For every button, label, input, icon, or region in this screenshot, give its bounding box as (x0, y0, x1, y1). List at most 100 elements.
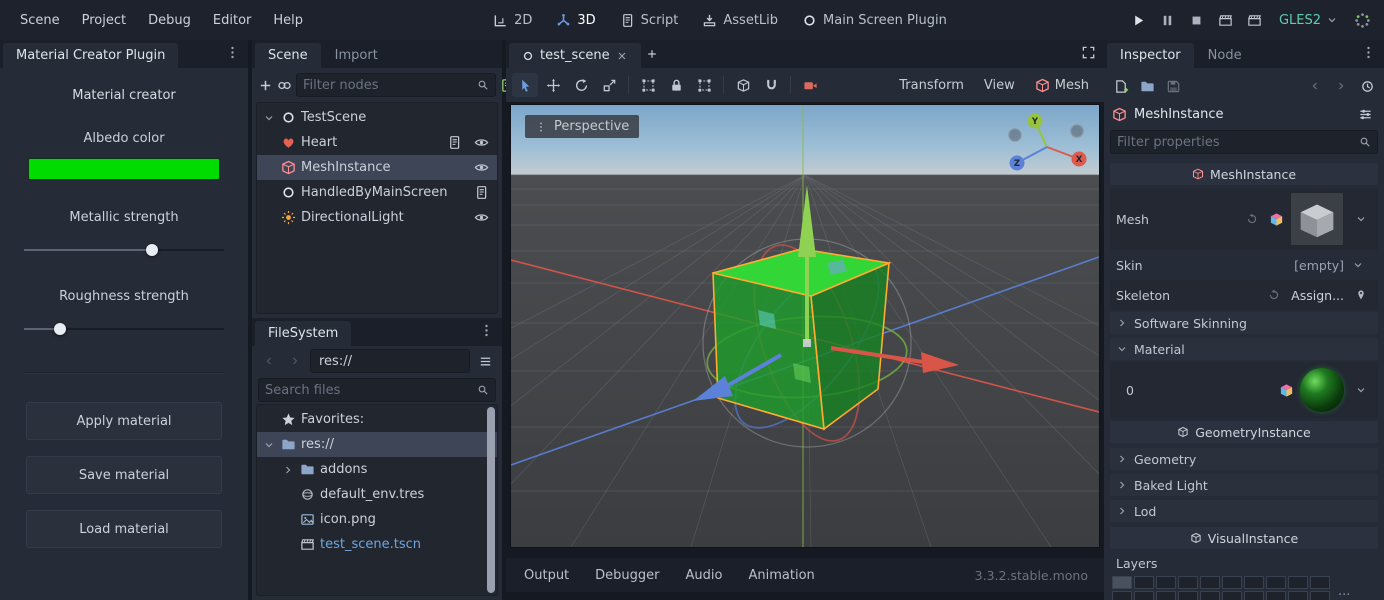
layer-cell[interactable] (1288, 576, 1308, 589)
category-material[interactable]: Material (1110, 338, 1378, 360)
roughness-strength-slider[interactable] (24, 322, 224, 336)
snap-toggle[interactable] (758, 73, 784, 97)
object-history-button[interactable] (1356, 75, 1378, 97)
slider-grabber[interactable] (54, 323, 66, 335)
nav-forward-button[interactable] (284, 350, 306, 372)
editor-script-button[interactable]: Script (613, 9, 686, 32)
material-preview-sphere[interactable] (1300, 368, 1344, 412)
filter-properties-input[interactable] (1117, 135, 1355, 150)
layer-cell[interactable] (1134, 576, 1154, 589)
apply-material-button[interactable]: Apply material (26, 402, 222, 440)
panel-menu-button[interactable] (1357, 41, 1379, 63)
play-scene-button[interactable] (1214, 8, 1238, 32)
split-mode-button[interactable] (474, 350, 496, 372)
menu-help[interactable]: Help (263, 8, 313, 33)
layer-cell[interactable] (1266, 591, 1286, 600)
scene-node-testscene[interactable]: TestScene (257, 105, 497, 130)
history-back-button[interactable] (1304, 75, 1326, 97)
scene-node-directionallight[interactable]: DirectionalLight (257, 205, 497, 230)
history-forward-button[interactable] (1330, 75, 1352, 97)
list-select-button[interactable] (635, 73, 661, 97)
output-panel-button[interactable]: Output (512, 563, 581, 588)
panel-menu-button[interactable] (475, 319, 497, 341)
add-node-button[interactable] (258, 74, 273, 96)
menu-scene[interactable]: Scene (10, 8, 70, 33)
debugger-panel-button[interactable]: Debugger (583, 563, 671, 588)
update-spinner[interactable] (1350, 8, 1374, 32)
tab-inspector[interactable]: Inspector (1107, 43, 1194, 68)
section-meshinstance[interactable]: MeshInstance (1110, 163, 1378, 185)
play-custom-scene-button[interactable] (1243, 8, 1267, 32)
mesh-menu[interactable]: Mesh (1026, 75, 1098, 96)
current-path-field[interactable]: res:// (310, 349, 470, 373)
extra-options-button[interactable] (1354, 103, 1376, 125)
layer-cell[interactable] (1156, 576, 1176, 589)
group-selected-button[interactable] (691, 73, 717, 97)
instance-scene-button[interactable] (277, 74, 292, 96)
collapse-toggle[interactable] (262, 112, 276, 124)
menu-editor[interactable]: Editor (203, 8, 261, 33)
section-geometryinstance[interactable]: GeometryInstance (1110, 421, 1378, 443)
layer-cell[interactable] (1310, 576, 1330, 589)
stop-button[interactable] (1185, 8, 1209, 32)
res-root-row[interactable]: res:// (257, 432, 497, 457)
menu-debug[interactable]: Debug (138, 8, 201, 33)
skin-dropdown[interactable]: [empty] (1286, 253, 1372, 277)
search-files-input[interactable] (265, 383, 473, 398)
layer-cell[interactable] (1244, 576, 1264, 589)
layer-cell[interactable] (1222, 591, 1242, 600)
layer-cell[interactable] (1288, 591, 1308, 600)
section-visualinstance[interactable]: VisualInstance (1110, 527, 1378, 549)
pick-node-button[interactable] (1350, 284, 1372, 306)
category-software-skinning[interactable]: Software Skinning (1110, 312, 1378, 334)
tab-material-creator-plugin[interactable]: Material Creator Plugin (3, 43, 178, 68)
layers-more-button[interactable]: ... (1338, 584, 1350, 599)
script-button[interactable] (470, 182, 492, 204)
skeleton-assign-button[interactable]: Assign... (1291, 288, 1344, 303)
close-icon[interactable] (616, 50, 628, 62)
scene-node-meshinstance[interactable]: MeshInstance (257, 155, 497, 180)
icon-png-row[interactable]: icon.png (257, 507, 497, 532)
layer-cell[interactable] (1200, 591, 1220, 600)
layer-cell[interactable] (1200, 576, 1220, 589)
editor-assetlib-button[interactable]: AssetLib (695, 9, 785, 32)
material-dropdown-button[interactable] (1350, 379, 1372, 401)
tab-scene[interactable]: Scene (255, 43, 321, 68)
new-scene-tab-button[interactable] (641, 43, 663, 65)
lock-selected-button[interactable] (663, 73, 689, 97)
move-tool-button[interactable] (540, 73, 566, 97)
layer-cell[interactable] (1134, 591, 1154, 600)
menu-project[interactable]: Project (72, 8, 136, 33)
new-resource-button[interactable] (1110, 75, 1132, 97)
filter-nodes-input[interactable] (303, 78, 473, 93)
layer-cell[interactable] (1178, 591, 1198, 600)
script-button[interactable] (443, 132, 465, 154)
play-button[interactable] (1127, 8, 1151, 32)
favorites-row[interactable]: Favorites: (257, 407, 497, 432)
albedo-color-swatch[interactable] (28, 158, 220, 180)
visibility-toggle[interactable] (470, 157, 492, 179)
distraction-free-button[interactable] (1077, 41, 1099, 63)
revert-button[interactable] (1263, 284, 1285, 306)
editor-main-screen-plugin-button[interactable]: Main Screen Plugin (795, 9, 954, 32)
scale-tool-button[interactable] (596, 73, 622, 97)
filter-properties-field[interactable] (1110, 130, 1378, 154)
save-resource-button[interactable] (1162, 75, 1184, 97)
layer-cell[interactable] (1266, 576, 1286, 589)
metallic-strength-slider[interactable] (24, 243, 224, 257)
editor-2d-button[interactable]: 2D (486, 9, 539, 32)
audio-panel-button[interactable]: Audio (674, 563, 735, 588)
layer-cell[interactable] (1112, 576, 1132, 589)
animation-panel-button[interactable]: Animation (736, 563, 826, 588)
layer-cell[interactable] (1156, 591, 1176, 600)
default-env-row[interactable]: default_env.tres (257, 482, 497, 507)
scene-node-handledbymainscreen[interactable]: HandledByMainScreen (257, 180, 497, 205)
local-space-toggle[interactable] (730, 73, 756, 97)
tab-node[interactable]: Node (1195, 43, 1255, 68)
filesystem-scrollbar[interactable] (487, 407, 495, 593)
transform-menu[interactable]: Transform (890, 75, 973, 96)
collapse-toggle[interactable] (281, 464, 295, 476)
addons-folder-row[interactable]: addons (257, 457, 497, 482)
visibility-toggle[interactable] (470, 207, 492, 229)
load-material-button[interactable]: Load material (26, 510, 222, 548)
